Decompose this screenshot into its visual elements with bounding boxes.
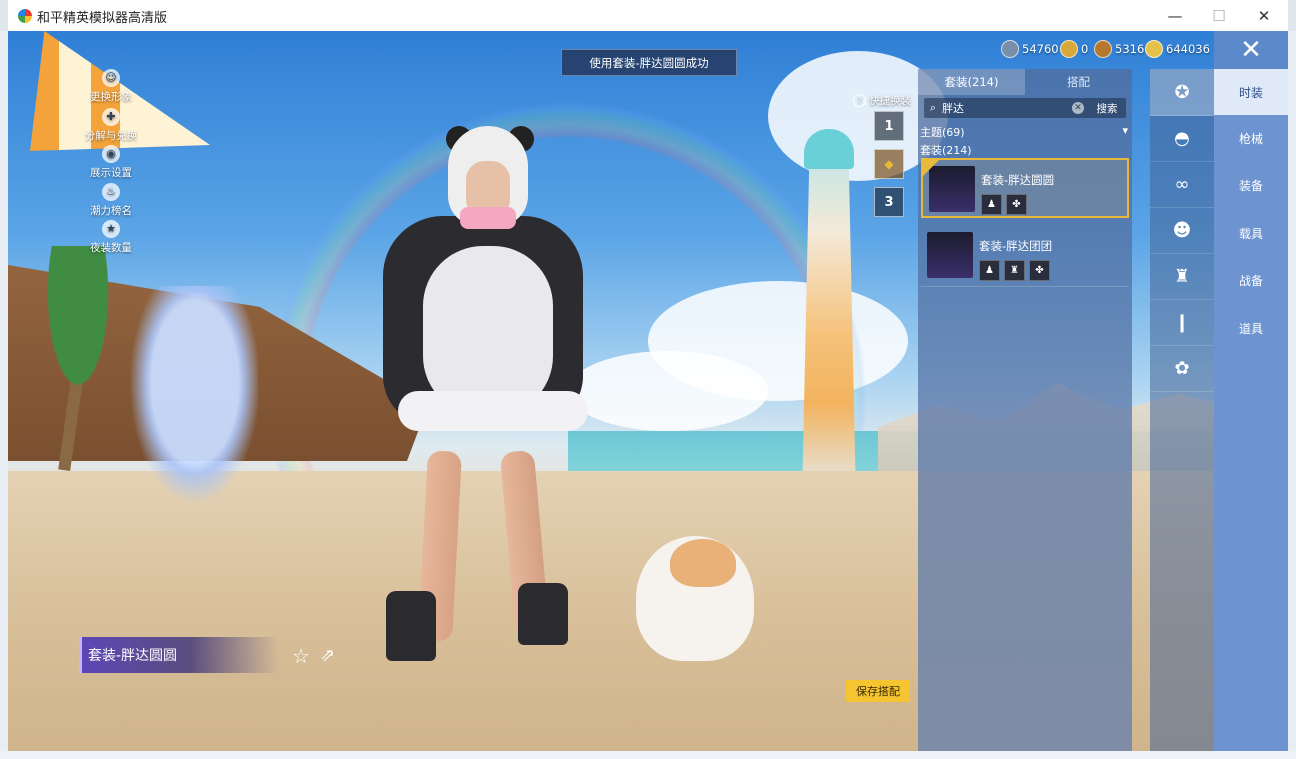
panda-shoe-right — [518, 583, 568, 645]
flame-icon: ♨ — [102, 183, 120, 201]
menu-change-appearance[interactable]: ☺ 更换形象 — [66, 69, 156, 104]
menu-label: 展示设置 — [90, 167, 132, 179]
outfit-thumbnail — [927, 232, 973, 278]
currency-value: 644036 — [1166, 42, 1210, 56]
hamster-pet-head — [670, 539, 736, 587]
yellow-coin-icon — [1145, 40, 1163, 58]
quick-swap-slot-3[interactable]: 3 — [874, 187, 904, 217]
badge-icon: ◆ — [884, 157, 894, 171]
sets-count-label: 套装(214) — [920, 144, 972, 157]
tab-vehicles[interactable]: 载具 — [1214, 210, 1288, 256]
app-logo-icon — [18, 9, 32, 23]
window-title: 和平精英模拟器高清版 — [37, 11, 168, 26]
panel-tabs: 套装(214) 搭配 — [918, 69, 1132, 95]
window-titlebar[interactable]: 和平精英模拟器高清版 — ☐ ✕ — [8, 0, 1288, 32]
menu-display-settings[interactable]: ◉ 展示设置 — [66, 145, 156, 180]
selected-check-icon — [923, 160, 939, 176]
chevron-down-icon: ▾ — [1122, 124, 1128, 137]
success-toast: 使用套装-胖达圆圆成功 — [561, 49, 737, 76]
tab-battle-prep[interactable]: 战备 — [1214, 257, 1288, 303]
badge-icon: ★ — [102, 220, 120, 238]
quick-swap-slot-2[interactable]: ◆ — [874, 149, 904, 179]
outfit-part-icon[interactable]: ♟ — [979, 260, 1000, 281]
menu-label: 潮力榜名 — [90, 205, 132, 217]
currency-bronze: 5316 — [1094, 39, 1144, 59]
quick-swap-label[interactable]: ? 快捷换装 — [853, 93, 911, 108]
tab-combinations[interactable]: 搭配 — [1025, 69, 1132, 95]
cap-icon[interactable]: ◓ — [1150, 115, 1214, 162]
shoes-icon[interactable]: ✿ — [1150, 345, 1214, 392]
share-icon: ✚ — [102, 108, 120, 126]
outfit-part-icon[interactable]: ♟ — [981, 194, 1002, 215]
tab-fashion[interactable]: 时装 — [1214, 69, 1288, 115]
person-icon: ☺ — [102, 69, 120, 87]
outfit-parts: ♟ ♜ ✤ — [979, 260, 1050, 281]
pink-bow — [460, 207, 516, 229]
menu-label: 更换形象 — [90, 91, 132, 103]
bronze-coin-icon — [1094, 40, 1112, 58]
maximize-button[interactable]: ☐ — [1197, 2, 1241, 29]
currency-value: 5316 — [1115, 42, 1145, 56]
close-wardrobe-button[interactable]: ✕ — [1214, 31, 1288, 69]
gold-coin-icon — [1060, 40, 1078, 58]
panda-shoe-left — [386, 591, 436, 661]
currency-yellow: 644036 — [1145, 39, 1210, 59]
outfit-part-icon[interactable]: ✤ — [1029, 260, 1050, 281]
eye-icon: ◉ — [102, 145, 120, 163]
lighthouse-lantern — [804, 129, 854, 169]
outfit-item-selected[interactable]: 套装-胖达圆圆 ♟ ✤ — [921, 158, 1129, 218]
clear-search-icon[interactable]: ✕ — [1072, 102, 1084, 114]
theme-label: 主题(69) — [920, 126, 965, 139]
menu-label: 分解与兑换 — [84, 130, 138, 142]
menu-trend-rank[interactable]: ♨ 潮力榜名 — [66, 183, 156, 218]
search-bar[interactable]: ⌕ 胖达 ✕ 搜索 — [924, 98, 1126, 118]
menu-label: 夜装数量 — [90, 242, 132, 254]
tab-equipment[interactable]: 装备 — [1214, 162, 1288, 208]
outfit-item-name: 套装-胖达团团 — [979, 239, 1053, 253]
search-icon: ⌕ — [929, 101, 937, 114]
search-button[interactable]: 搜索 — [1088, 101, 1126, 116]
goggles-icon[interactable]: ∞ — [1150, 161, 1214, 208]
outfit-part-icon[interactable]: ♜ — [1004, 260, 1025, 281]
background-window-edge — [1288, 31, 1296, 751]
menu-outfit-count[interactable]: ★ 夜装数量 — [66, 220, 156, 255]
currency-gold: 0 — [1060, 39, 1088, 59]
close-window-button[interactable]: ✕ — [1242, 2, 1286, 29]
outfit-part-icon[interactable]: ✤ — [1006, 194, 1027, 215]
theme-filter[interactable]: 主题(69) ▾ — [920, 124, 1128, 140]
tab-weapons[interactable]: 枪械 — [1214, 115, 1288, 161]
hoodie-hem — [398, 391, 588, 431]
unicorn-mount — [118, 286, 258, 526]
jacket-icon[interactable]: ♜ — [1150, 253, 1214, 300]
tab-items[interactable]: 道具 — [1214, 305, 1288, 351]
currency-value: 54760 — [1022, 42, 1059, 56]
save-outfit-button[interactable]: 保存搭配 — [846, 680, 910, 702]
currency-crystal: 54760 — [1001, 39, 1059, 59]
background-window-edge — [0, 751, 1296, 759]
crystal-coin-icon — [1001, 40, 1019, 58]
outfit-name-plate: 套装-胖达圆圆 — [79, 637, 279, 673]
pants-icon[interactable]: ❙ — [1150, 299, 1214, 346]
favorite-star-icon[interactable]: ☆ — [292, 644, 310, 668]
outfit-parts: ♟ ✤ — [981, 194, 1027, 215]
help-icon: ? — [853, 94, 866, 107]
quick-swap-slot-1[interactable]: 1 — [874, 111, 904, 141]
outfit-item[interactable]: 套装-胖达团团 ♟ ♜ ✤ — [921, 226, 1129, 287]
share-icon[interactable]: ⇗ — [320, 645, 335, 666]
game-viewport[interactable]: 使用套装-胖达圆圆成功 54760 0 5316 644036 ✕ ☺ 更换形象… — [8, 31, 1288, 751]
search-input[interactable]: 胖达 — [942, 100, 964, 116]
tab-outfit-sets[interactable]: 套装(214) — [918, 69, 1025, 95]
background-window-edge — [0, 31, 8, 751]
outfit-icon[interactable]: ✪ — [1150, 69, 1214, 116]
quick-swap-text: 快捷换装 — [869, 95, 911, 107]
minimize-button[interactable]: — — [1153, 2, 1197, 29]
menu-decompose-exchange[interactable]: ✚ 分解与兑换 — [66, 108, 156, 143]
currency-value: 0 — [1081, 42, 1089, 56]
outfit-item-name: 套装-胖达圆圆 — [981, 173, 1055, 187]
face-icon[interactable]: ☻ — [1150, 207, 1214, 254]
